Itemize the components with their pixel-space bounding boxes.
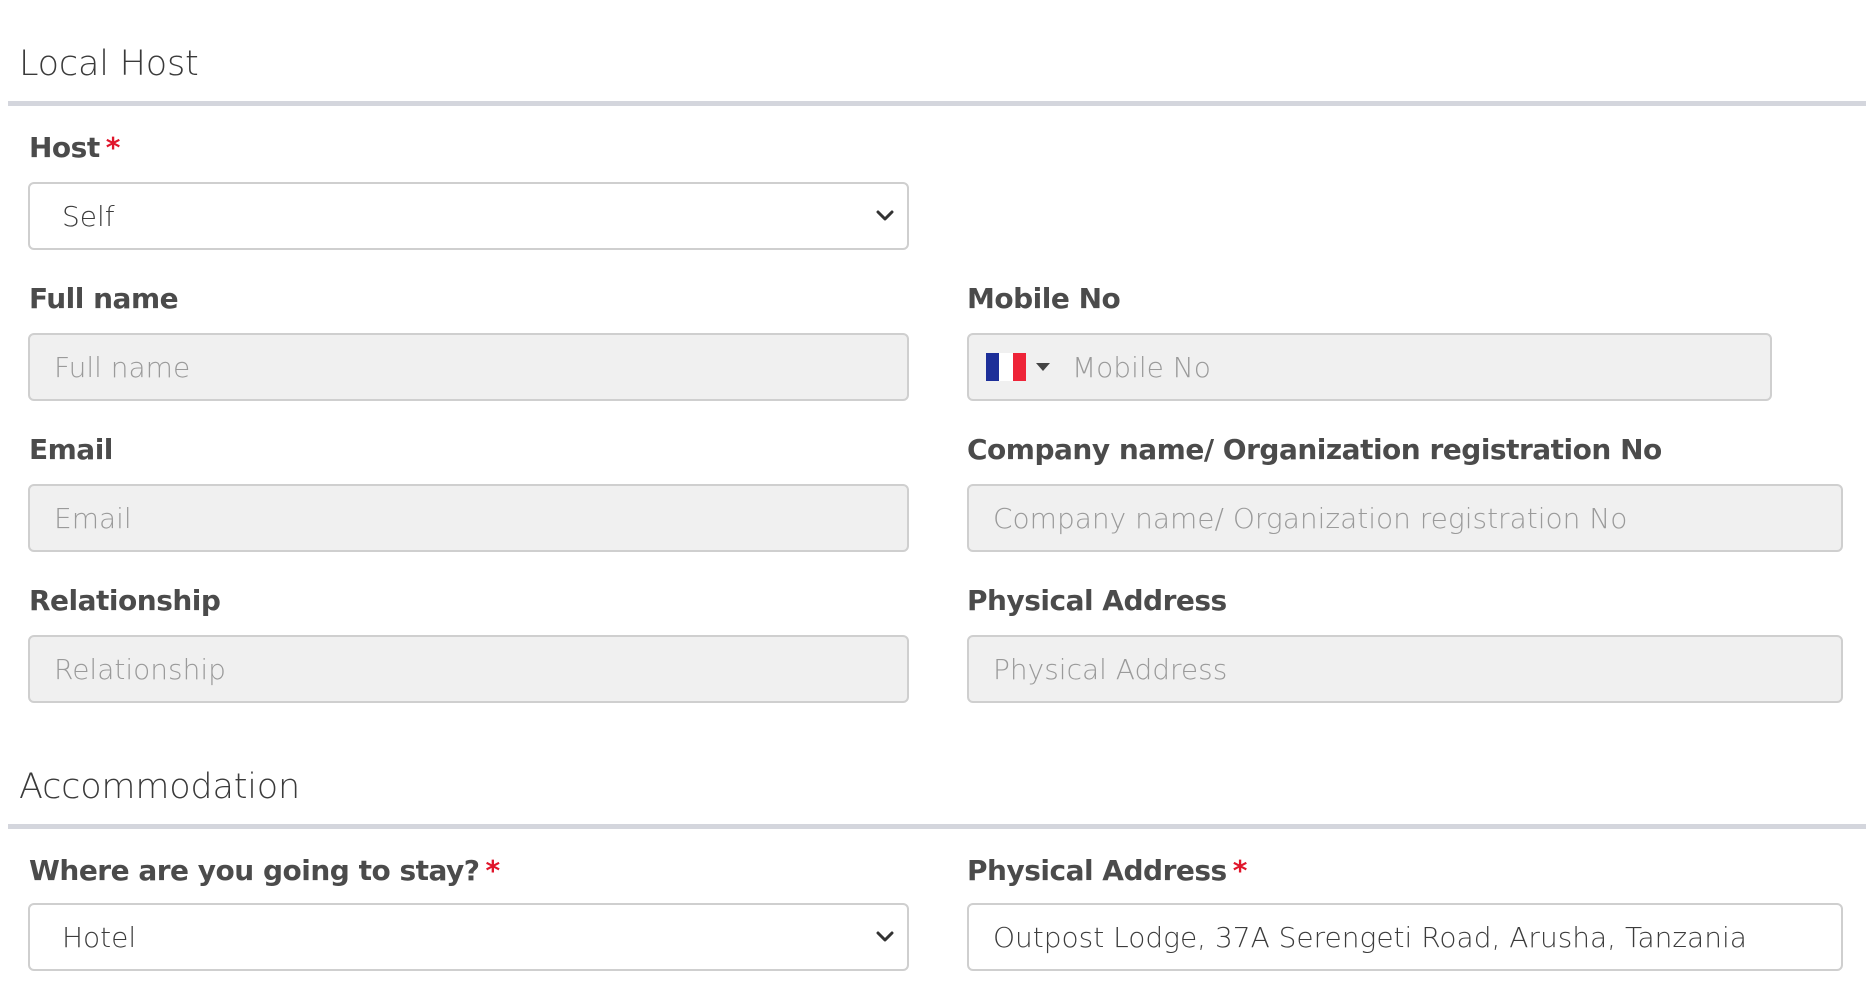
relationship-input[interactable]: Relationship xyxy=(28,635,909,703)
email-placeholder: Email xyxy=(54,501,132,535)
relationship-placeholder: Relationship xyxy=(54,652,226,686)
caret-down-icon[interactable] xyxy=(1036,363,1050,371)
section-divider xyxy=(8,824,1866,829)
section-title-local-host: Local Host xyxy=(19,44,199,84)
section-title-accommodation: Accommodation xyxy=(19,767,300,807)
stay-select-value: Hotel xyxy=(62,920,137,954)
physical-address-input[interactable]: Physical Address xyxy=(967,635,1843,703)
stay-select[interactable]: Hotel xyxy=(28,903,909,971)
section-divider xyxy=(8,101,1866,106)
accommodation-address-value: Outpost Lodge, 37A Serengeti Road, Arush… xyxy=(993,920,1747,954)
accommodation-address-label: Physical Address * xyxy=(967,854,1247,887)
mobile-no-label: Mobile No xyxy=(967,282,1121,315)
physical-address-placeholder: Physical Address xyxy=(993,652,1228,686)
mobile-no-placeholder: Mobile No xyxy=(1072,350,1211,384)
required-mark: * xyxy=(105,131,121,164)
email-input[interactable]: Email xyxy=(28,484,909,552)
mobile-no-input[interactable]: Mobile No xyxy=(967,333,1772,401)
chevron-down-icon xyxy=(876,210,894,221)
full-name-input[interactable]: Full name xyxy=(28,333,909,401)
host-select-value: Self xyxy=(62,199,115,233)
required-mark: * xyxy=(1232,854,1248,887)
company-placeholder: Company name/ Organization registration … xyxy=(993,501,1628,535)
company-label: Company name/ Organization registration … xyxy=(967,433,1662,466)
host-label: Host * xyxy=(29,131,120,164)
required-mark: * xyxy=(485,854,501,887)
chevron-down-icon xyxy=(876,931,894,942)
accommodation-address-input[interactable]: Outpost Lodge, 37A Serengeti Road, Arush… xyxy=(967,903,1843,971)
relationship-label: Relationship xyxy=(29,584,221,617)
company-input[interactable]: Company name/ Organization registration … xyxy=(967,484,1843,552)
full-name-placeholder: Full name xyxy=(54,350,191,384)
stay-label: Where are you going to stay? * xyxy=(29,854,500,887)
france-flag-icon[interactable] xyxy=(986,353,1026,381)
full-name-label: Full name xyxy=(29,282,179,315)
host-select[interactable]: Self xyxy=(28,182,909,250)
physical-address-label: Physical Address xyxy=(967,584,1227,617)
email-label: Email xyxy=(29,433,113,466)
